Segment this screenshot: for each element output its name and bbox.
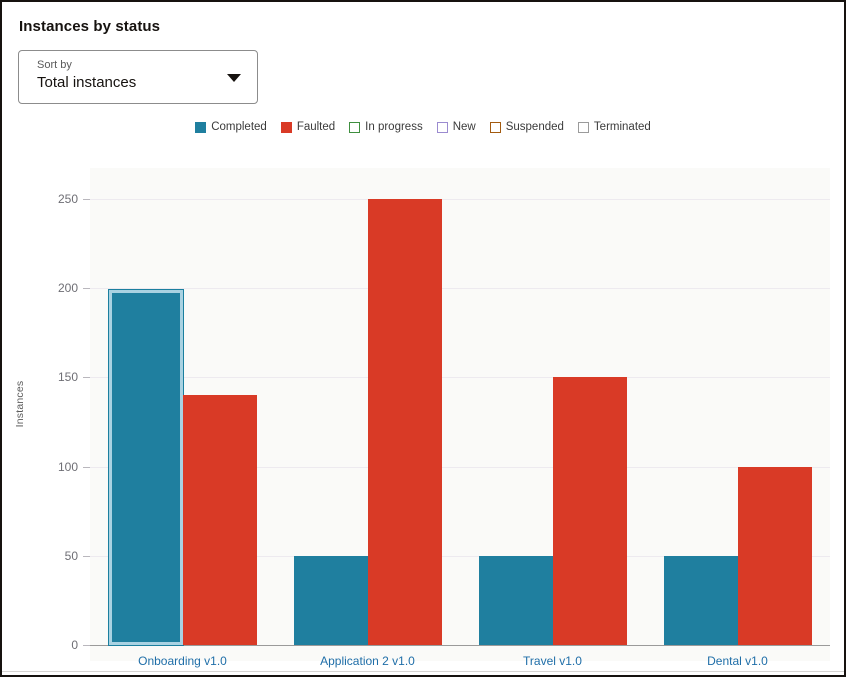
legend-item-in-progress[interactable]: In progress [349,121,423,134]
legend-label: New [452,121,476,133]
y-tick-label: 0 [71,638,78,652]
bar-completed-0[interactable] [107,288,184,646]
y-tick-mark [83,199,90,200]
legend-swatch-icon [436,122,448,133]
legend-item-suspended[interactable]: Suspended [489,121,564,134]
y-tick-mark [83,555,90,557]
gridline-250 [90,199,830,200]
bar-faulted-1[interactable] [367,199,442,645]
y-tick-label: 100 [57,459,78,474]
legend-swatch-icon [349,122,361,133]
legend-label: Suspended [505,121,564,133]
legend-swatch-icon [195,122,207,133]
sort-by-dropdown[interactable]: Sort by Total instances [18,50,258,104]
bar-faulted-2[interactable] [552,377,627,645]
bar-completed-2[interactable] [478,555,553,645]
legend-swatch-icon [489,122,501,133]
chart-legend: Completed Faulted In progress New Suspended T… [2,121,844,134]
y-tick-mark [83,466,90,468]
x-axis-category-label[interactable]: Dental v1.0 [645,654,830,668]
legend-swatch-icon [577,122,589,133]
x-axis-category-label[interactable]: Travel v1.0 [460,654,645,668]
legend-item-faulted[interactable]: Faulted [280,121,336,134]
y-tick-label: 200 [57,281,78,296]
y-tick-mark [83,288,90,290]
gridline-200 [90,288,830,290]
page-title: Instances by status [19,18,161,35]
legend-label: Faulted [296,121,336,133]
y-tick-label: 250 [57,192,78,206]
chart-plot-area: Instances 0 50 100 150 200 250 Onboarding v1.… [2,152,844,675]
legend-label: Completed [211,121,267,133]
y-tick-mark [83,645,90,646]
sort-by-label: Sort by [37,59,72,71]
chevron-down-icon[interactable] [227,74,241,82]
bar-completed-3[interactable] [663,555,738,645]
bar-completed-1[interactable] [293,555,368,645]
bar-faulted-0[interactable] [182,395,257,645]
legend-item-new[interactable]: New [436,121,476,134]
legend-item-terminated[interactable]: Terminated [577,121,651,134]
instances-by-status-panel: Instances by status Sort by Total instan… [0,0,846,677]
legend-label: In progress [365,121,423,133]
x-axis-line [2,671,844,672]
sort-by-value: Total instances [37,74,137,91]
y-tick-label: 150 [57,370,78,385]
gridline-0 [90,645,830,646]
legend-swatch-icon [280,122,292,133]
x-axis-category-label[interactable]: Application 2 v1.0 [275,654,460,668]
y-tick-mark [83,377,90,379]
bar-faulted-3[interactable] [737,466,812,645]
legend-label: Terminated [593,121,651,133]
gridline-150 [90,377,830,379]
x-axis-category-label[interactable]: Onboarding v1.0 [90,654,275,668]
legend-item-completed[interactable]: Completed [195,121,267,134]
y-tick-label: 50 [64,548,78,563]
